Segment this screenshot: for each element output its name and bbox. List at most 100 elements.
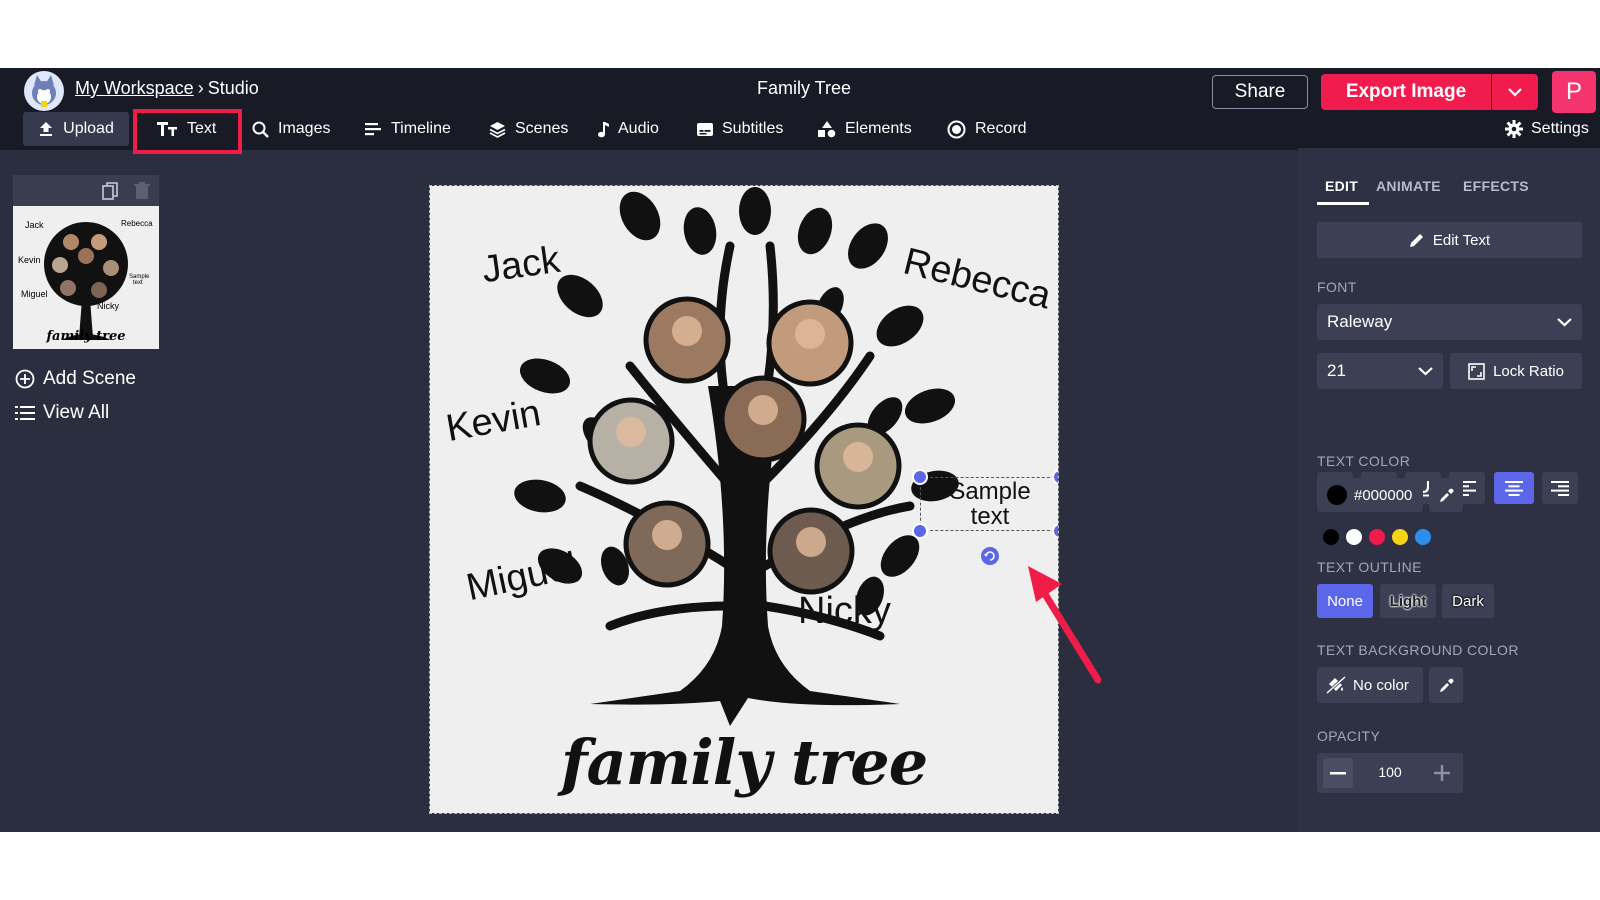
tool-subtitles-label: Subtitles	[722, 120, 784, 137]
tool-elements[interactable]: Elements	[818, 112, 912, 146]
tool-timeline-label: Timeline	[391, 120, 451, 137]
tool-scenes[interactable]: Scenes	[489, 112, 568, 146]
tool-upload-label: Upload	[63, 120, 114, 137]
opacity-increase-button[interactable]	[1427, 758, 1457, 788]
tab-animate[interactable]: ANIMATE	[1376, 178, 1441, 194]
tab-effects[interactable]: EFFECTS	[1463, 178, 1529, 194]
text-tool-highlight	[133, 109, 242, 154]
text-background-eyedropper[interactable]	[1429, 667, 1463, 703]
export-image-button[interactable]: Export Image	[1321, 74, 1491, 110]
current-color-swatch	[1327, 485, 1347, 505]
tool-audio[interactable]: Audio	[597, 112, 659, 146]
font-select[interactable]: Raleway	[1317, 304, 1582, 340]
tool-upload[interactable]: Upload	[23, 112, 129, 146]
svg-text:Rebecca: Rebecca	[121, 219, 153, 228]
trash-icon[interactable]	[134, 182, 150, 200]
user-avatar[interactable]: P	[1552, 71, 1596, 113]
opacity-value[interactable]: 100	[1357, 764, 1423, 780]
opacity-stepper: 100	[1317, 753, 1463, 793]
view-all-button[interactable]: View All	[15, 402, 109, 424]
duplicate-icon[interactable]	[102, 182, 118, 200]
subtitles-icon	[697, 122, 713, 136]
text-color-label: TEXT COLOR	[1317, 453, 1411, 469]
breadcrumb-current: Studio	[207, 78, 259, 98]
pencil-icon	[1409, 234, 1423, 247]
family-tree-title[interactable]: family tree	[430, 726, 1058, 799]
export-options-button[interactable]	[1492, 74, 1538, 110]
add-scene-button[interactable]: Add Scene	[15, 368, 136, 390]
plus-circle-icon	[15, 369, 35, 389]
swatch-blue[interactable]	[1415, 529, 1431, 545]
paint-bucket-icon	[1326, 676, 1346, 694]
text-background-picker[interactable]: No color	[1317, 667, 1423, 703]
outline-light-button[interactable]: Light	[1380, 584, 1436, 618]
list-icon	[15, 406, 35, 420]
text-background-label: TEXT BACKGROUND COLOR	[1317, 642, 1519, 658]
tool-elements-label: Elements	[845, 120, 912, 137]
rotate-icon	[984, 551, 995, 561]
outline-none-button[interactable]: None	[1317, 584, 1373, 618]
tab-edit[interactable]: EDIT	[1325, 178, 1358, 194]
chevron-down-icon	[1418, 366, 1433, 375]
text-color-eyedropper[interactable]	[1429, 478, 1463, 512]
swatch-yellow[interactable]	[1392, 529, 1408, 545]
resize-handle-bottom-left[interactable]	[912, 523, 928, 539]
text-outline-label: TEXT OUTLINE	[1317, 559, 1422, 575]
svg-text:Kevin: Kevin	[18, 255, 41, 265]
plus-icon	[1434, 765, 1450, 781]
gear-icon	[1505, 120, 1523, 138]
sample-text-line-1: Sample	[949, 478, 1031, 505]
design-canvas[interactable]: Jack Rebecca Kevin Miguel Nicky family t…	[429, 185, 1059, 814]
tool-record-label: Record	[975, 120, 1027, 137]
properties-panel: EDIT ANIMATE EFFECTS Edit Text FONT Rale…	[1298, 148, 1600, 832]
selected-text-element[interactable]: Sample text	[920, 479, 1058, 529]
aspect-ratio-icon	[1468, 362, 1485, 380]
tool-record[interactable]: Record	[947, 112, 1027, 146]
align-right-button[interactable]	[1542, 472, 1578, 504]
svg-text:Miguel: Miguel	[21, 289, 48, 299]
swatch-black[interactable]	[1323, 529, 1339, 545]
name-label-nicky[interactable]: Nicky	[798, 590, 891, 633]
rotate-handle[interactable]	[981, 547, 999, 565]
workspace-link[interactable]: My Workspace	[75, 78, 194, 98]
font-size-select[interactable]: 21	[1317, 353, 1443, 389]
text-color-value: #000000	[1354, 486, 1413, 504]
font-size-value: 21	[1327, 361, 1346, 380]
scene-header	[13, 175, 159, 206]
breadcrumb: My Workspace › Studio	[75, 78, 259, 99]
search-icon	[252, 121, 269, 138]
scene-thumbnail[interactable]: Jack Rebecca Kevin Miguel Nicky Sample t…	[13, 206, 159, 349]
align-center-button[interactable]	[1494, 472, 1534, 504]
active-tab-indicator	[1317, 202, 1369, 205]
text-background-value: No color	[1353, 676, 1409, 694]
svg-text:Nicky: Nicky	[97, 301, 119, 311]
tool-timeline[interactable]: Timeline	[365, 112, 451, 146]
tool-subtitles[interactable]: Subtitles	[697, 112, 783, 146]
tool-images[interactable]: Images	[252, 112, 330, 146]
app-logo[interactable]	[24, 71, 64, 111]
lock-ratio-toggle[interactable]: Lock Ratio	[1450, 353, 1582, 389]
edit-text-button[interactable]: Edit Text	[1317, 222, 1582, 258]
swatch-red[interactable]	[1369, 529, 1385, 545]
font-value: Raleway	[1327, 312, 1393, 331]
music-note-icon	[598, 121, 609, 137]
eyedropper-icon	[1439, 678, 1453, 692]
svg-text:Jack: Jack	[25, 220, 44, 230]
shapes-icon	[818, 120, 836, 137]
annotation-arrow	[1028, 566, 1102, 684]
opacity-decrease-button[interactable]	[1323, 758, 1353, 788]
settings-button[interactable]: Settings	[1505, 112, 1589, 146]
eyedropper-icon	[1439, 488, 1453, 502]
upload-icon	[40, 122, 53, 136]
swatch-white[interactable]	[1346, 529, 1362, 545]
outline-dark-button[interactable]: Dark	[1442, 584, 1494, 618]
view-all-label: View All	[43, 402, 110, 423]
settings-label: Settings	[1531, 120, 1589, 137]
tool-scenes-label: Scenes	[515, 120, 569, 137]
edit-text-label: Edit Text	[1432, 231, 1491, 249]
share-button[interactable]: Share	[1212, 75, 1308, 109]
text-color-picker[interactable]: #000000	[1317, 478, 1423, 512]
layers-icon	[489, 121, 506, 138]
tool-audio-label: Audio	[618, 120, 659, 137]
resize-handle-top-left[interactable]	[912, 469, 928, 485]
